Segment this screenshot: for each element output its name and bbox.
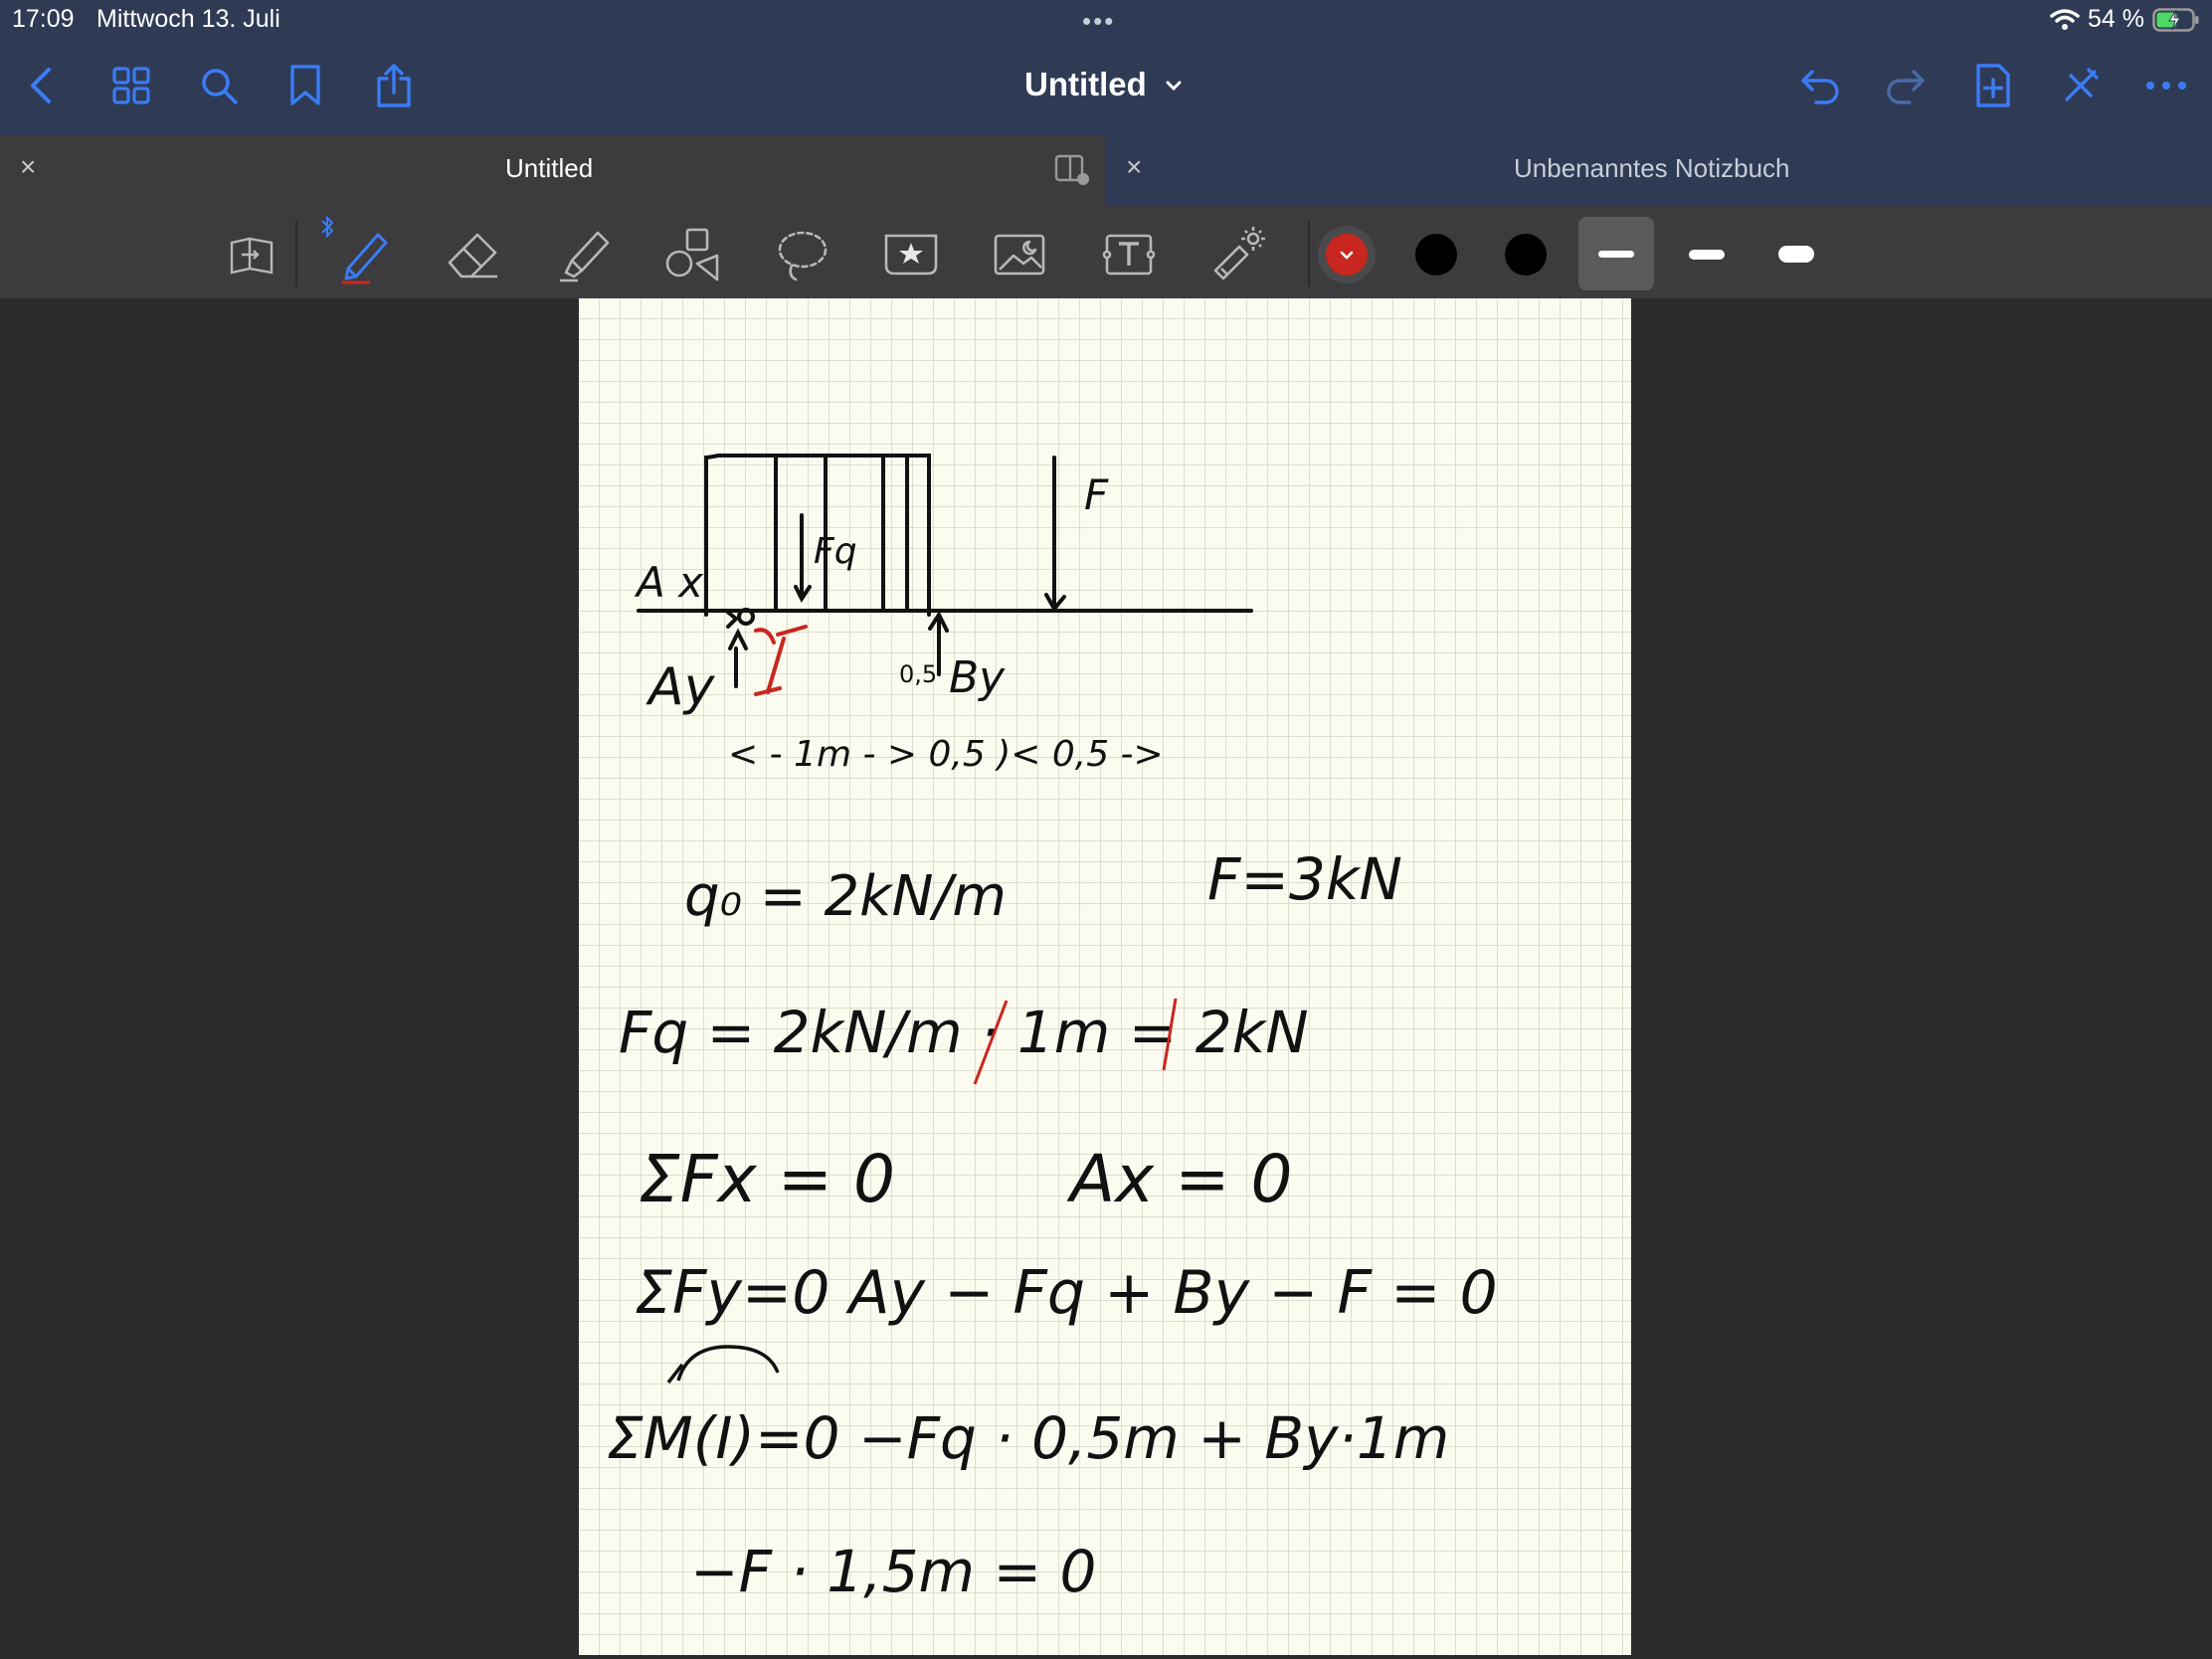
note-page[interactable]: A x Ay Fq F By 0,5 < - 1m - > 0,5 )< 0,5… <box>579 298 1631 1655</box>
sticker-tool-icon[interactable] <box>879 223 943 286</box>
redo-icon[interactable] <box>1878 58 1934 113</box>
back-icon[interactable] <box>14 58 70 113</box>
highlighter-tool-icon[interactable] <box>552 223 616 286</box>
wifi-icon <box>2050 8 2080 30</box>
tab-notebook[interactable]: × Unbenanntes Notizbuch <box>1106 135 2212 205</box>
tab-title: Unbenanntes Notizbuch <box>1514 153 1790 183</box>
tab-title: Untitled <box>505 153 594 183</box>
stroke-size-thick[interactable] <box>1764 223 1828 286</box>
label-f-diagram: F <box>1084 470 1109 519</box>
tab-untitled[interactable]: × Untitled <box>0 135 1106 205</box>
equation-q0: q₀ = 2kN/m <box>684 864 1007 929</box>
document-title-menu[interactable]: Untitled <box>1024 66 1184 103</box>
shapes-tool-icon[interactable] <box>660 223 724 286</box>
toolbar-divider <box>295 221 297 286</box>
navigation-bar: Untitled <box>0 40 2212 135</box>
add-page-icon[interactable] <box>1965 58 2021 113</box>
undo-icon[interactable] <box>1792 58 1848 113</box>
handwriting-layer: A x Ay Fq F By 0,5 < - 1m - > 0,5 )< 0,5… <box>607 454 1498 1605</box>
stroke-size-thin-selected[interactable] <box>1578 217 1654 290</box>
toolbar-divider <box>1308 221 1310 286</box>
label-by: By <box>949 652 1006 703</box>
pen-tool-icon[interactable] <box>332 223 396 286</box>
close-edit-icon[interactable] <box>2053 58 2109 113</box>
tab-close-icon[interactable]: × <box>1126 151 1142 183</box>
support-mark <box>754 625 808 696</box>
drawing-toolbar <box>0 205 2212 298</box>
equation-sum-fx: ΣFx = 0 <box>639 1141 895 1217</box>
dimension-row: < - 1m - > 0,5 )< 0,5 -> <box>728 734 1164 775</box>
label-ay: Ay <box>645 657 716 717</box>
laser-pointer-tool-icon[interactable] <box>1205 223 1269 286</box>
color-swatch-black[interactable] <box>1404 223 1468 286</box>
lasso-tool-icon[interactable] <box>771 223 834 286</box>
image-tool-icon[interactable] <box>988 223 1051 286</box>
equation-sum-m: ΣM(I)=0 −Fq · 0,5m + By·1m <box>607 1404 1449 1472</box>
color-swatch-red-selected[interactable] <box>1315 223 1379 286</box>
share-icon[interactable] <box>366 58 422 113</box>
equation-sum-fy: ΣFy=0 Ay − Fq + By − F = 0 <box>635 1258 1498 1328</box>
tab-bar: × Untitled × Unbenanntes Notizbuch <box>0 135 2212 205</box>
color-swatch-black-2[interactable] <box>1494 223 1558 286</box>
equation-moment-cont: −F · 1,5m = 0 <box>690 1538 1096 1605</box>
beam-diagram <box>637 454 1253 688</box>
grid-view-icon[interactable] <box>103 58 159 113</box>
multitasking-dots-icon[interactable]: ••• <box>1082 6 1115 37</box>
stroke-size-medium[interactable] <box>1675 223 1739 286</box>
bookmark-icon[interactable] <box>277 58 333 113</box>
split-view-icon[interactable] <box>1054 153 1090 187</box>
document-title: Untitled <box>1024 66 1147 102</box>
text-tool-icon[interactable] <box>1097 223 1161 286</box>
label-point-mid: 0,5 <box>899 660 937 688</box>
status-date: Mittwoch 13. Juli <box>96 5 280 33</box>
search-icon[interactable] <box>191 58 247 113</box>
equation-f: F=3kN <box>1207 845 1402 913</box>
read-only-mode-icon[interactable] <box>220 223 283 286</box>
eraser-tool-icon[interactable] <box>442 223 505 286</box>
battery-percent: 54 % <box>2088 5 2144 33</box>
chevron-down-icon <box>1166 81 1182 92</box>
equation-ax: Ax = 0 <box>1066 1141 1292 1217</box>
tab-close-icon[interactable]: × <box>20 151 36 183</box>
equation-fq: Fq = 2kN/m · 1m = 2kN <box>619 999 1309 1066</box>
battery-charging-icon <box>2152 7 2199 32</box>
status-time: 17:09 <box>12 5 75 33</box>
label-fq-diagram: Fq <box>814 531 857 572</box>
label-ax: A x <box>634 558 704 607</box>
more-options-icon[interactable] <box>2138 58 2194 113</box>
status-bar: 17:09 Mittwoch 13. Juli ••• 54 % <box>0 0 2212 40</box>
moment-arrow-icon <box>666 1345 780 1384</box>
